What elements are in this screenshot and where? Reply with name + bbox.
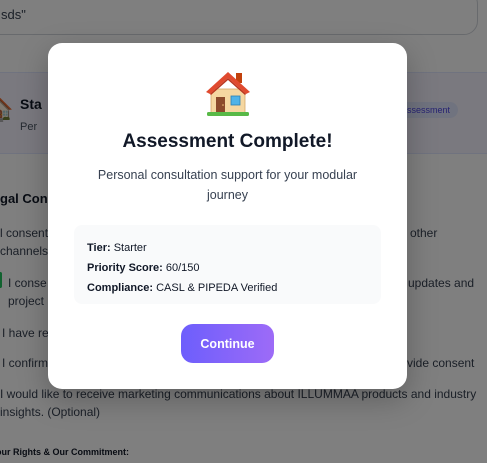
assessment-summary: Tier: Starter Priority Score: 60/150 Com…: [74, 225, 381, 304]
compliance-label: Compliance:: [87, 282, 154, 294]
priority-score-value: 60/150: [165, 262, 200, 274]
compliance-value: CASL & PIPEDA Verified: [156, 282, 278, 294]
tier-label: Tier:: [87, 242, 111, 254]
priority-score-row: Priority Score: 60/150: [87, 258, 381, 278]
priority-score-label: Priority Score:: [87, 262, 163, 274]
tier-row: Tier: Starter: [87, 238, 381, 258]
tier-value: Starter: [113, 242, 147, 254]
house-icon: [206, 72, 250, 116]
modal-title: Assessment Complete!: [122, 131, 333, 152]
continue-button[interactable]: Continue: [181, 324, 274, 363]
assessment-complete-modal: Assessment Complete! Personal consultati…: [48, 43, 407, 389]
modal-subtitle: Personal consultation support for your m…: [97, 168, 358, 202]
compliance-row: Compliance: CASL & PIPEDA Verified: [87, 278, 381, 298]
